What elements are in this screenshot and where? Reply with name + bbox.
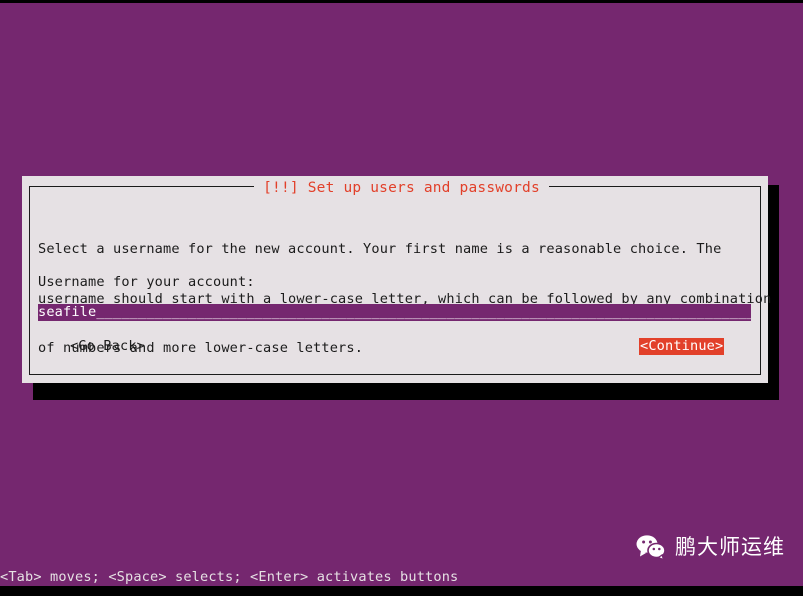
text-cursor [36,304,38,321]
keyboard-help-bar: <Tab> moves; <Space> selects; <Enter> ac… [0,569,459,585]
watermark-text: 鹏大师运维 [675,535,785,559]
go-back-button[interactable]: <Go Back> [70,338,145,355]
username-field-label: Username for your account: [38,274,255,290]
screen-top-band [0,0,803,3]
watermark: 鹏大师运维 [636,534,785,560]
dialog-description: Select a username for the new account. Y… [38,208,771,390]
wechat-icon [636,535,666,560]
screen-bottom-band [0,586,803,596]
terminal-screen: [!!] Set up users and passwords Select a… [0,0,803,596]
description-line-1: Select a username for the new account. Y… [38,241,722,257]
continue-button[interactable]: <Continue> [639,338,725,355]
username-input[interactable]: seafile_________________________________… [36,304,751,321]
username-input-value: seafile_________________________________… [38,304,751,320]
